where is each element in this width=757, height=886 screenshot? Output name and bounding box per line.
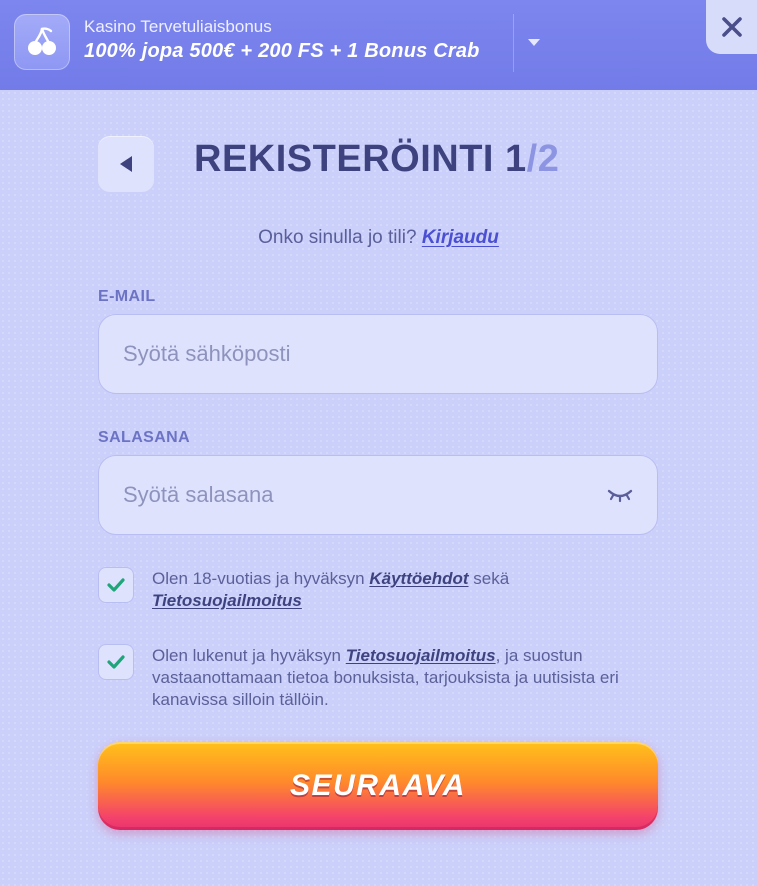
back-button[interactable] (98, 136, 154, 192)
bonus-banner[interactable]: Kasino Tervetuliaisbonus 100% jopa 500€ … (0, 0, 757, 90)
close-icon (721, 17, 742, 37)
consent-terms-row: Olen 18-vuotias ja hyväksyn Käyttöehdot … (98, 567, 658, 617)
close-button[interactable] (706, 0, 757, 54)
banner-subtitle: Kasino Tervetuliaisbonus (84, 17, 272, 36)
marketing-checkbox[interactable] (98, 644, 134, 680)
consent-terms-text-before: Olen 18-vuotias ja hyväksyn (152, 569, 365, 588)
password-field[interactable] (123, 456, 593, 534)
consent-terms-text: Olen 18-vuotias ja hyväksyn Käyttöehdot … (152, 568, 652, 612)
checkmark-icon (107, 578, 125, 592)
chevron-down-icon[interactable] (524, 36, 544, 50)
eye-closed-icon[interactable] (605, 484, 635, 506)
cherry-icon (14, 14, 70, 70)
step-separator: / (526, 138, 538, 180)
consent-terms-text-middle: sekä (473, 569, 510, 588)
consent-marketing-row: Olen lukenut ja hyväksyn Tietosuojailmoi… (98, 644, 658, 714)
step-total: 2 (537, 138, 560, 180)
privacy-link[interactable]: Tietosuojailmoitus (152, 591, 302, 610)
consent-marketing-text-before: Olen lukenut ja hyväksyn (152, 646, 341, 665)
consent-marketing-text: Olen lukenut ja hyväksyn Tietosuojailmoi… (152, 645, 652, 711)
terms-link[interactable]: Käyttöehdot (369, 569, 468, 588)
banner-divider (513, 14, 514, 72)
password-label: SALASANA (98, 429, 191, 446)
email-field-container[interactable] (98, 314, 658, 394)
next-button-label: SEURAAVA (290, 769, 466, 802)
banner-title: 100% jopa 500€ + 200 FS + 1 Bonus Crab (84, 40, 480, 62)
login-prompt-text: Onko sinulla jo tili? (258, 227, 417, 248)
login-prompt: Onko sinulla jo tili? Kirjaudu (0, 227, 757, 249)
back-arrow-icon (120, 156, 132, 172)
checkmark-icon (107, 655, 125, 669)
page-title: REKISTERÖINTI 1/2 (194, 138, 559, 181)
next-button[interactable]: SEURAAVA (98, 742, 658, 830)
terms-checkbox[interactable] (98, 567, 134, 603)
email-label: E-MAIL (98, 288, 156, 305)
login-link[interactable]: Kirjaudu (422, 227, 499, 248)
page-title-text: REKISTERÖINTI (194, 138, 494, 180)
privacy-link-2[interactable]: Tietosuojailmoitus (346, 646, 496, 665)
password-field-container[interactable] (98, 455, 658, 535)
step-current: 1 (505, 138, 527, 180)
email-field[interactable] (123, 315, 593, 393)
